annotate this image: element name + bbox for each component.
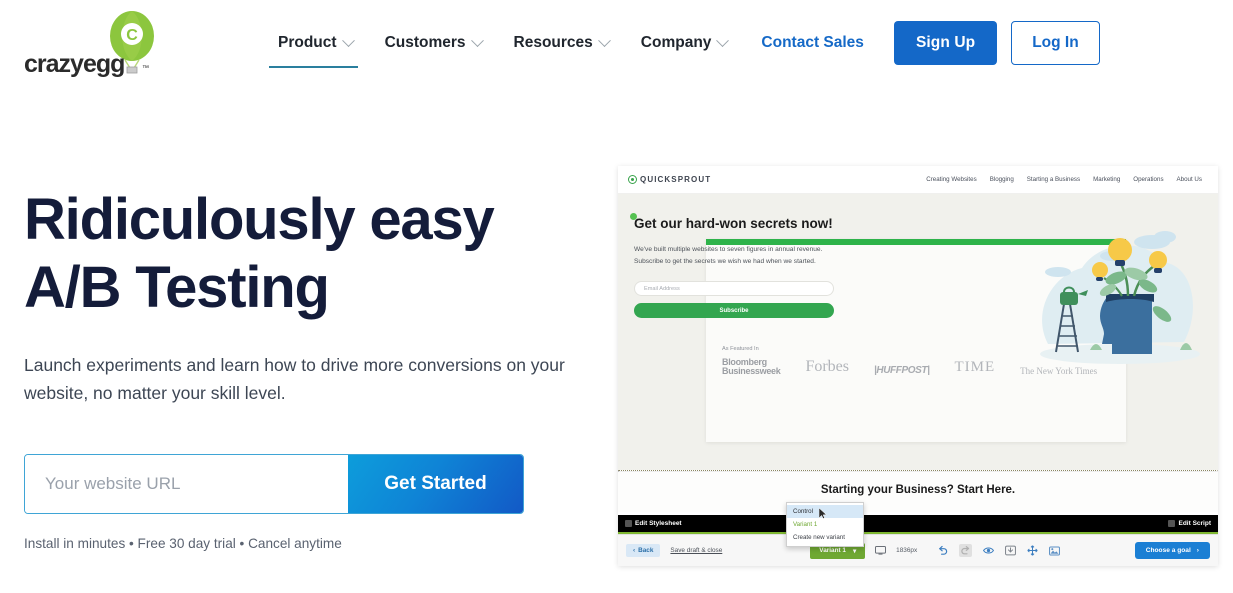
variant-menu-label: Control xyxy=(793,508,813,515)
embedded-nav-item[interactable]: About Us xyxy=(1177,176,1202,183)
trial-note: Install in minutes • Free 30 day trial •… xyxy=(24,535,342,551)
hero-subtitle: Launch experiments and learn how to driv… xyxy=(24,354,565,404)
embedded-card-body: We've built multiple websites to seven f… xyxy=(634,245,823,266)
site-header: C crazyegg ™ Product Customers Resources… xyxy=(0,0,1233,86)
redo-icon xyxy=(959,544,973,557)
quicksprout-wordmark: QUICKSPROUT xyxy=(640,175,712,184)
edit-stylesheet-button[interactable]: Edit Stylesheet xyxy=(625,520,682,527)
embedded-nav-item[interactable]: Marketing xyxy=(1093,176,1120,183)
chevron-down-icon xyxy=(597,33,611,47)
quicksprout-leaf-icon xyxy=(628,175,637,184)
save-draft-link[interactable]: Save draft & close xyxy=(670,547,722,554)
edit-stylesheet-label: Edit Stylesheet xyxy=(635,520,682,527)
nav-item-label: Product xyxy=(278,34,337,51)
embedded-nav-item[interactable]: Blogging xyxy=(990,176,1014,183)
quicksprout-logo: QUICKSPROUT xyxy=(628,175,711,184)
variant-menu-item-create[interactable]: Create new variant xyxy=(787,531,863,544)
variant-menu-item-variant1[interactable]: Variant 1 xyxy=(787,518,863,531)
undo-icon[interactable] xyxy=(937,545,948,556)
embedded-email-input[interactable]: Email Address xyxy=(634,281,834,297)
time-logo: TIME xyxy=(954,359,996,376)
editor-black-bar: Edit Stylesheet Edit Script xyxy=(618,515,1218,532)
svg-text:™: ™ xyxy=(142,65,149,72)
featured-logo-row: Bloomberg Businessweek Forbes |HUFFPOST| … xyxy=(722,357,1098,377)
back-button[interactable]: ‹ Back xyxy=(626,544,661,557)
embedded-email-placeholder: Email Address xyxy=(644,285,680,292)
embedded-subscribe-button[interactable]: Subscribe xyxy=(634,303,834,319)
crazyegg-balloon-logo: C crazyegg ™ xyxy=(24,11,154,78)
image-icon[interactable] xyxy=(1049,545,1061,556)
variant-dropdown-menu: Control Variant 1 Create new variant xyxy=(786,502,864,547)
nav-item-label: Resources xyxy=(513,34,593,51)
website-url-input[interactable] xyxy=(25,454,348,513)
embedded-card-heading: Get our hard-won secrets now! xyxy=(630,213,834,233)
green-dot-icon xyxy=(630,213,637,220)
embedded-nav-links: Creating Websites Blogging Starting a Bu… xyxy=(926,176,1208,183)
chevron-down-icon xyxy=(341,33,355,47)
product-screenshot: QUICKSPROUT Creating Websites Blogging S… xyxy=(618,166,1218,566)
edit-script-button[interactable]: Edit Script xyxy=(1168,520,1211,527)
embedded-site-nav: QUICKSPROUT Creating Websites Blogging S… xyxy=(618,166,1218,194)
chevron-left-icon: ‹ xyxy=(633,547,636,554)
variant-selector-label: Variant 1 xyxy=(819,547,846,554)
stylesheet-icon xyxy=(625,520,632,527)
embedded-nav-item[interactable]: Operations xyxy=(1133,176,1163,183)
nav-item-resources[interactable]: Resources xyxy=(498,24,625,62)
contact-sales-link[interactable]: Contact Sales xyxy=(743,24,882,62)
signup-form: Get Started xyxy=(24,453,524,514)
svg-text:C: C xyxy=(126,27,138,44)
editor-toolbar: ‹ Back Save draft & close Variant 1 ▾ 18… xyxy=(618,534,1218,566)
chevron-down-icon: ▾ xyxy=(852,547,857,555)
hero-section: Ridiculously easy A/B Testing Launch exp… xyxy=(24,186,604,551)
embedded-card-heading-text: Get our hard-won secrets now! xyxy=(634,216,833,231)
eye-icon[interactable] xyxy=(983,546,995,555)
nav-item-label: Customers xyxy=(384,34,466,51)
choose-goal-label: Choose a goal xyxy=(1145,547,1191,554)
nav-item-label: Company xyxy=(640,34,712,51)
page-title: Ridiculously easy A/B Testing xyxy=(24,186,604,323)
embedded-card-content: Get our hard-won secrets now! We've buil… xyxy=(630,213,834,319)
embedded-nav-item[interactable]: Starting a Business xyxy=(1027,176,1080,183)
featured-in-block: As Featured In Bloomberg Businessweek For… xyxy=(722,346,1097,376)
chevron-down-icon xyxy=(470,33,484,47)
nav-item-company[interactable]: Company xyxy=(625,24,744,62)
crazyegg-logo[interactable]: C crazyegg ™ xyxy=(24,8,234,78)
featured-in-label: As Featured In xyxy=(722,346,759,352)
move-icon[interactable] xyxy=(1027,545,1038,556)
get-started-button[interactable]: Get Started xyxy=(348,454,523,513)
choose-goal-button[interactable]: Choose a goal › xyxy=(1134,542,1210,559)
editor-tool-icons xyxy=(937,544,1061,557)
monitor-icon[interactable] xyxy=(875,546,887,555)
chevron-down-icon xyxy=(716,33,730,47)
primary-nav: Product Customers Resources Company Cont… xyxy=(262,21,1100,68)
embedded-section-heading: Starting your Business? Start Here. xyxy=(820,484,1016,496)
save-icon[interactable] xyxy=(1005,545,1017,556)
huffpost-logo: |HUFFPOST| xyxy=(874,365,930,377)
log-in-button[interactable]: Log In xyxy=(1011,21,1100,65)
edit-script-label: Edit Script xyxy=(1178,520,1211,527)
viewport-width-label: 1836px xyxy=(896,547,918,554)
variant-menu-item-control[interactable]: Control xyxy=(787,505,863,519)
embedded-nav-item[interactable]: Creating Websites xyxy=(926,176,976,183)
hero-title-line-2: A/B Testing xyxy=(24,255,330,321)
forbes-logo: Forbes xyxy=(805,358,849,376)
nav-item-customers[interactable]: Customers xyxy=(369,24,498,62)
chevron-right-icon: › xyxy=(1196,547,1199,554)
bloomberg-businessweek-logo: Bloomberg Businessweek xyxy=(722,357,781,377)
sign-up-button[interactable]: Sign Up xyxy=(893,21,998,65)
embedded-lower-section: Starting your Business? Start Here. xyxy=(618,472,1218,512)
embedded-hero-body: Get our hard-won secrets now! We've buil… xyxy=(618,194,1218,470)
nav-item-product[interactable]: Product xyxy=(262,24,369,68)
script-icon xyxy=(1168,520,1176,527)
back-label: Back xyxy=(638,547,654,554)
svg-text:crazyegg: crazyegg xyxy=(24,50,124,78)
hero-title-line-1: Ridiculously easy xyxy=(24,187,495,252)
new-york-times-logo: The New York Times xyxy=(1020,366,1098,377)
